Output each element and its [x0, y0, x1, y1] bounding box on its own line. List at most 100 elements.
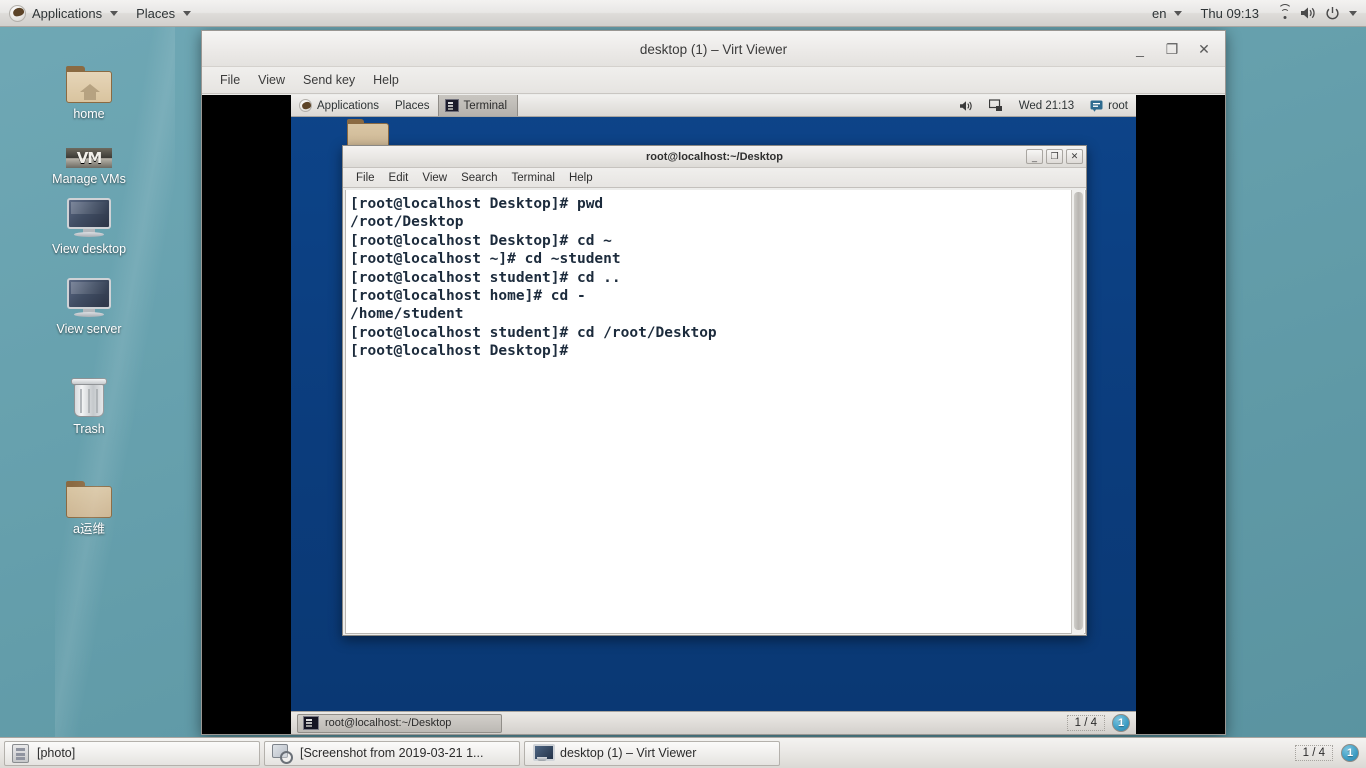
virt-viewer-title: desktop (1) – Virt Viewer: [639, 41, 788, 57]
guest-places-menu[interactable]: Places: [387, 95, 438, 116]
virt-viewer-menubar: File View Send key Help: [202, 67, 1225, 94]
terminal-titlebar[interactable]: root@localhost:~/Desktop _ ❐ ✕: [343, 146, 1086, 168]
monitor-icon: [64, 270, 114, 318]
host-taskbar: [photo] [Screenshot from 2019-03-21 1...…: [0, 737, 1366, 768]
menu-item-terminal[interactable]: Terminal: [505, 170, 562, 186]
virt-viewer-window: desktop (1) – Virt Viewer _ ❐ ✕ File Vie…: [201, 30, 1226, 735]
host-places-label: Places: [136, 5, 176, 21]
guest-bottom-panel: root@localhost:~/Desktop 1 / 4 1: [291, 711, 1136, 734]
terminal-scrollbar[interactable]: [1071, 190, 1084, 634]
menu-item-view[interactable]: View: [415, 170, 454, 186]
taskbar-button-label: [photo]: [37, 746, 76, 760]
guest-applications-menu[interactable]: Applications: [291, 95, 387, 116]
guest-taskbar-button-terminal[interactable]: root@localhost:~/Desktop: [297, 713, 502, 733]
menu-item-file[interactable]: File: [212, 70, 248, 90]
gnome-foot-icon: [9, 4, 26, 22]
host-keyboard-layout-label: en: [1151, 5, 1167, 21]
menu-item-view[interactable]: View: [250, 70, 293, 90]
guest-volume-indicator[interactable]: [951, 95, 981, 116]
host-top-panel: Applications Places en Thu 09:13: [0, 0, 1366, 27]
guest-window-list-item-terminal[interactable]: Terminal: [437, 95, 519, 116]
minimize-button[interactable]: _: [1133, 42, 1147, 56]
desktop-icon-label: View server: [56, 322, 122, 336]
host-clock-label: Thu 09:13: [1200, 5, 1259, 21]
guest-clock[interactable]: Wed 21:13: [1011, 95, 1082, 116]
terminal-scrollbar-thumb[interactable]: [1074, 192, 1083, 630]
desktop-icon-label: Manage VMs: [52, 172, 126, 186]
taskbar-button-label: [Screenshot from 2019-03-21 1...: [300, 746, 484, 760]
desktop-icon-home[interactable]: home: [33, 55, 145, 121]
host-applications-menu[interactable]: Applications: [0, 0, 127, 26]
folder-icon: [64, 470, 114, 518]
photo-icon: [12, 743, 29, 763]
menu-item-search[interactable]: Search: [454, 170, 504, 186]
taskbar-button-virt-viewer[interactable]: desktop (1) – Virt Viewer: [524, 740, 780, 766]
guest-top-panel: Applications Places Terminal Wed 21:13 r…: [291, 95, 1136, 117]
host-workspace-badge[interactable]: 1: [1341, 744, 1359, 762]
guest-workspace-badge[interactable]: 1: [1112, 714, 1130, 732]
virt-viewer-titlebar[interactable]: desktop (1) – Virt Viewer _ ❐ ✕: [202, 31, 1225, 67]
desktop-icon-ayunwei[interactable]: a运维: [33, 470, 145, 536]
host-places-menu[interactable]: Places: [127, 0, 200, 26]
guest-applications-label: Applications: [317, 99, 380, 112]
guest-desktop: Applications Places Terminal Wed 21:13 r…: [291, 95, 1136, 734]
guest-user-menu[interactable]: root: [1082, 95, 1136, 116]
menu-item-file[interactable]: File: [349, 170, 382, 186]
terminal-icon: [444, 99, 459, 112]
terminal-output-area[interactable]: [root@localhost Desktop]# pwd /root/Desk…: [345, 190, 1086, 634]
user-icon: [1090, 100, 1103, 112]
close-button[interactable]: ✕: [1197, 42, 1211, 56]
terminal-window-controls: _ ❐ ✕: [1026, 149, 1083, 164]
host-keyboard-layout[interactable]: en: [1143, 0, 1191, 26]
power-icon: [1323, 4, 1341, 22]
maximize-button[interactable]: ❐: [1046, 149, 1063, 164]
desktop-icon-trash[interactable]: Trash: [33, 370, 145, 436]
menu-item-help[interactable]: Help: [562, 170, 600, 186]
home-folder-icon: [64, 55, 114, 103]
taskbar-button-photo[interactable]: [photo]: [4, 740, 260, 766]
virt-manager-icon: VM: [64, 120, 114, 168]
menu-item-edit[interactable]: Edit: [382, 170, 416, 186]
terminal-icon: [303, 716, 319, 730]
guest-active-task-label: Terminal: [463, 99, 508, 112]
virt-viewer-guest-viewport[interactable]: Applications Places Terminal Wed 21:13 r…: [202, 95, 1225, 734]
terminal-menubar: File Edit View Search Terminal Help: [343, 168, 1086, 188]
minimize-button[interactable]: _: [1026, 149, 1043, 164]
terminal-title: root@localhost:~/Desktop: [646, 151, 783, 163]
guest-network-indicator[interactable]: [981, 95, 1011, 116]
network-icon: [988, 99, 1002, 111]
menu-item-send-key[interactable]: Send key: [295, 70, 363, 90]
host-workspace-switcher[interactable]: 1 / 4 1: [1294, 744, 1359, 762]
volume-icon: [1299, 4, 1317, 22]
chevron-down-icon: [110, 10, 119, 16]
gnome-foot-icon: [299, 99, 312, 112]
close-button[interactable]: ✕: [1066, 149, 1083, 164]
guest-workspace-indicator: 1 / 4: [1066, 715, 1105, 731]
desktop-icon-label: Trash: [73, 422, 105, 436]
guest-places-label: Places: [395, 99, 430, 112]
terminal-window: root@localhost:~/Desktop _ ❐ ✕ File Edit…: [342, 145, 1087, 636]
taskbar-button-screenshot[interactable]: [Screenshot from 2019-03-21 1...: [264, 740, 520, 766]
desktop-icon-manage-vms[interactable]: VM Manage VMs: [33, 120, 145, 186]
desktop-icon-label: View desktop: [51, 242, 127, 256]
host-clock[interactable]: Thu 09:13: [1191, 0, 1268, 26]
chevron-down-icon: [183, 10, 192, 16]
desktop-icon-view-desktop[interactable]: View desktop: [33, 190, 145, 256]
trash-icon: [64, 370, 114, 418]
host-applications-label: Applications: [32, 5, 103, 21]
guest-workspace-switcher[interactable]: 1 / 4 1: [1066, 714, 1130, 732]
chevron-down-icon: [1349, 10, 1357, 16]
wifi-icon: [1277, 4, 1293, 20]
monitor-icon: [64, 190, 114, 238]
maximize-button[interactable]: ❐: [1165, 42, 1179, 56]
host-desktop: Applications Places en Thu 09:13 home VM…: [0, 0, 1366, 768]
menu-item-help[interactable]: Help: [365, 70, 407, 90]
guest-user-label: root: [1108, 99, 1128, 112]
guest-taskbar-button-label: root@localhost:~/Desktop: [325, 717, 452, 729]
screenshot-icon: [272, 743, 293, 764]
volume-icon: [959, 100, 972, 111]
host-workspace-indicator: 1 / 4: [1294, 745, 1333, 761]
desktop-icon-view-server[interactable]: View server: [33, 270, 145, 336]
guest-clock-label: Wed 21:13: [1018, 99, 1075, 112]
host-status-area[interactable]: [1268, 0, 1366, 26]
